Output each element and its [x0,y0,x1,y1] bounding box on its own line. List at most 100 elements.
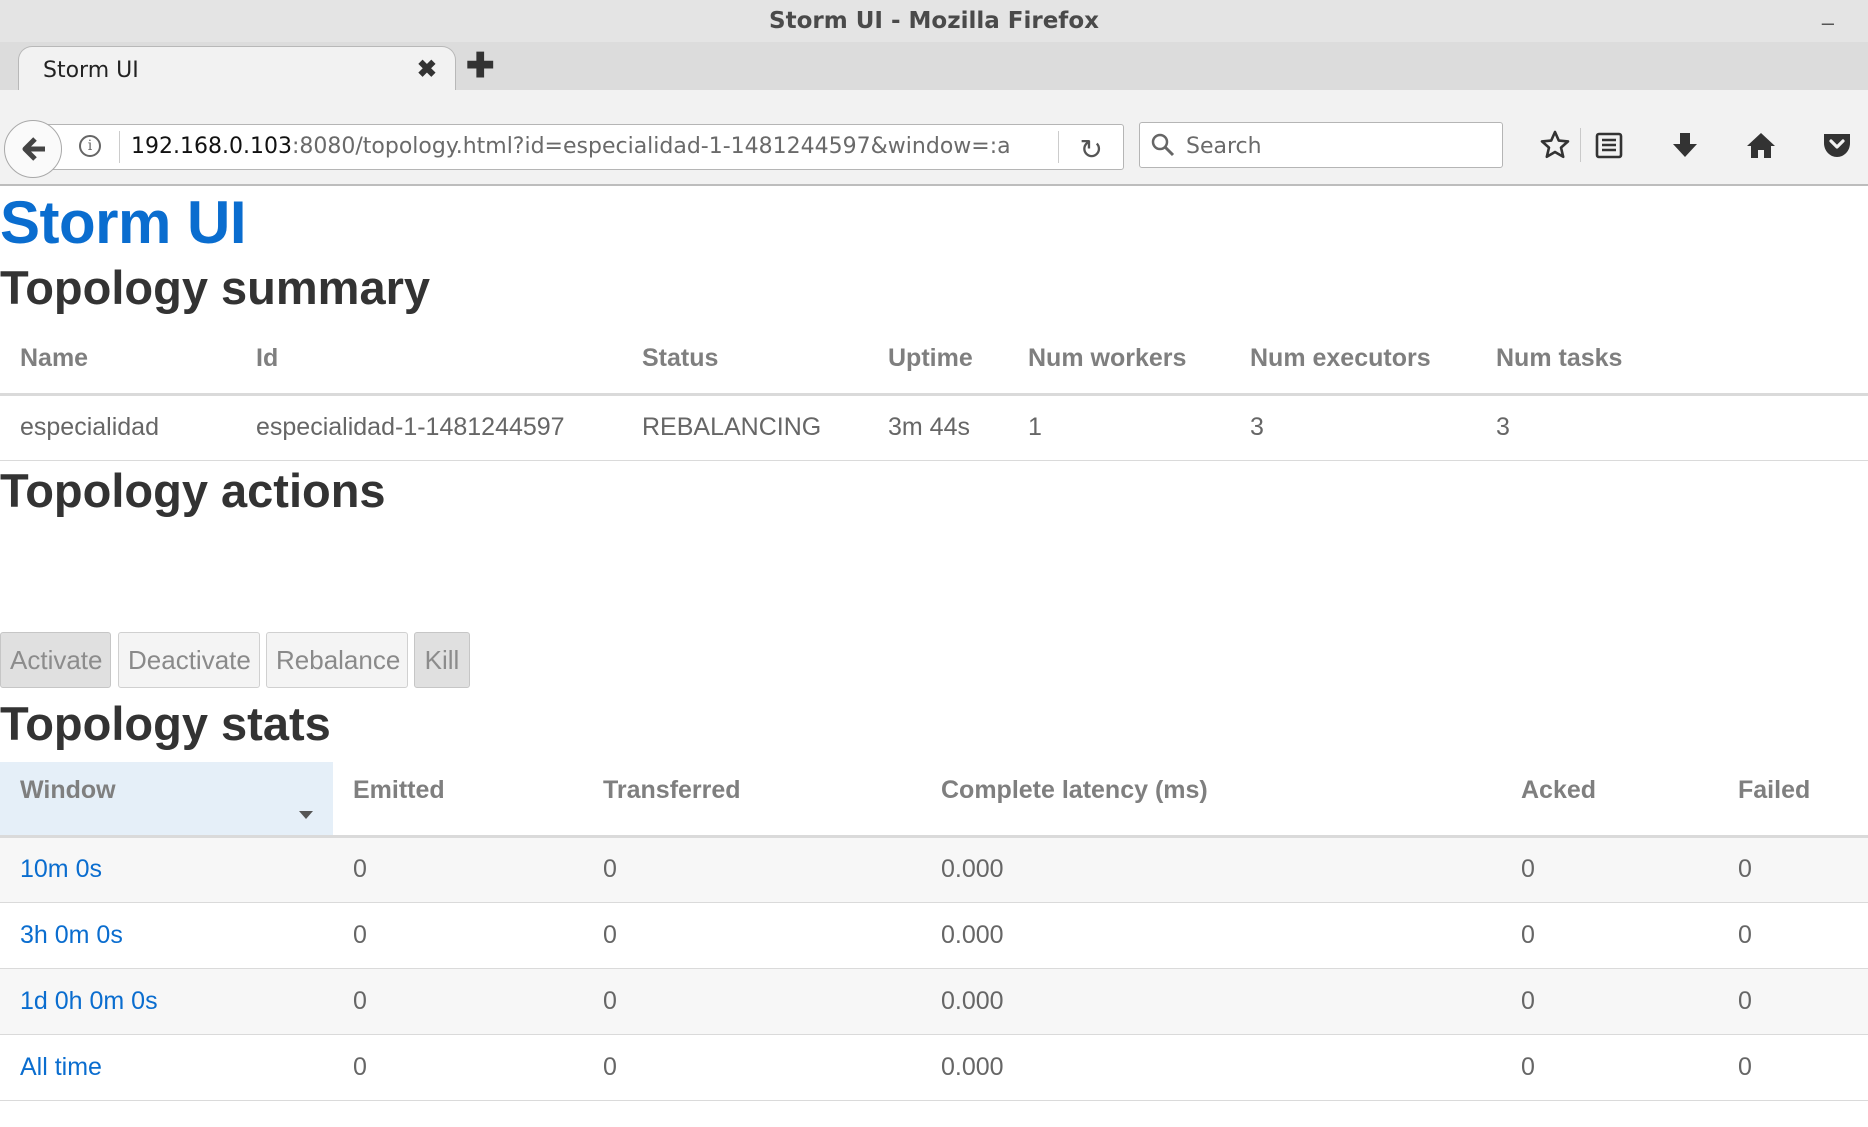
column-header-acked[interactable]: Acked [1501,762,1718,836]
acked-cell: 0 [1521,920,1535,949]
window-cell: All time [0,1034,333,1100]
table-row: 10m 0s 0 0 0.000 0 0 [0,836,1868,902]
failed-cell: 0 [1738,1052,1752,1081]
download-button[interactable] [1662,122,1708,168]
column-header-name[interactable]: Name [0,324,236,394]
page-title: Storm UI [0,189,247,256]
back-button[interactable] [4,120,62,178]
transferred-cell: 0 [603,855,617,883]
column-header-complete-latency[interactable]: Complete latency (ms) [921,762,1501,836]
tab-strip: Storm UI ✖ ✚ [0,42,1868,92]
window-link[interactable]: 3h 0m 0s [20,921,123,949]
transferred-cell: 0 [603,986,617,1015]
topology-uptime: 3m 44s [888,413,970,441]
home-button[interactable] [1738,122,1784,168]
url-divider [119,131,120,163]
address-bar[interactable]: i 192.168.0.103:8080/topology.html?id=es… [40,124,1124,170]
url-text[interactable]: 192.168.0.103:8080/topology.html?id=espe… [131,134,1051,159]
reading-list-icon [1595,132,1623,159]
topology-id: especialidad-1-1481244597 [256,413,565,441]
home-icon [1747,133,1775,158]
pocket-button[interactable] [1814,122,1860,168]
failed-cell: 0 [1738,986,1752,1015]
column-header-num-executors[interactable]: Num executors [1230,324,1476,394]
search-bar[interactable] [1139,122,1503,168]
table-row: All time 0 0 0.000 0 0 [0,1034,1868,1100]
table-header-row: Name Id Status Uptime Num workers Num ex… [0,324,1868,394]
column-header-emitted[interactable]: Emitted [333,762,583,836]
table-row: 1d 0h 0m 0s 0 0 0.000 0 0 [0,968,1868,1034]
topology-stats-heading: Topology stats [0,697,331,750]
topology-num-workers: 1 [1028,413,1042,441]
failed-cell: 0 [1738,855,1752,883]
topology-actions-heading: Topology actions [0,464,386,517]
latency-cell: 0.000 [941,920,1004,949]
acked-cell: 0 [1521,986,1535,1015]
sort-down-icon [299,810,313,819]
window-link[interactable]: All time [20,1053,102,1081]
latency-cell: 0.000 [941,986,1004,1015]
topology-summary-heading: Topology summary [0,261,431,314]
activate-button[interactable]: Activate [0,632,111,688]
window-title: Storm UI - Mozilla Firefox [769,8,1099,34]
browser-tab[interactable]: Storm UI ✖ [18,46,456,92]
emitted-cell: 0 [353,1052,367,1081]
window-titlebar: Storm UI - Mozilla Firefox – [0,0,1868,42]
download-icon [1673,133,1697,157]
bookmark-star-icon [1540,130,1570,159]
new-tab-button[interactable]: ✚ [466,46,495,86]
acked-cell: 0 [1521,855,1535,883]
reading-list-button[interactable] [1586,122,1632,168]
window-link[interactable]: 1d 0h 0m 0s [20,987,158,1015]
column-header-failed[interactable]: Failed [1718,762,1868,836]
column-header-status[interactable]: Status [622,324,868,394]
column-header-num-workers[interactable]: Num workers [1008,324,1230,394]
search-input[interactable] [1184,129,1488,163]
window-cell: 1d 0h 0m 0s [0,968,333,1034]
table-row: especialidad especialidad-1-1481244597 R… [0,394,1868,460]
topology-stats-table: Window Emitted Transferred Complete late… [0,762,1868,1101]
reload-icon[interactable]: ↻ [1080,133,1103,166]
transferred-cell: 0 [603,920,617,949]
transferred-cell: 0 [603,1052,617,1081]
navigation-toolbar: i 192.168.0.103:8080/topology.html?id=es… [0,90,1868,186]
column-header-window[interactable]: Window [0,762,333,836]
failed-cell: 0 [1738,920,1752,949]
column-header-uptime[interactable]: Uptime [868,324,1008,394]
latency-cell: 0.000 [941,855,1004,883]
tab-close-icon[interactable]: ✖ [417,55,437,84]
back-arrow-icon [22,137,45,161]
column-header-transferred[interactable]: Transferred [583,762,921,836]
column-header-num-tasks[interactable]: Num tasks [1476,324,1868,394]
topology-status: REBALANCING [642,413,822,441]
bookmark-button[interactable] [1532,122,1578,168]
emitted-cell: 0 [353,986,367,1015]
tab-label: Storm UI [43,58,139,83]
column-header-window-label: Window [20,776,116,804]
info-icon[interactable]: i [79,135,101,157]
window-cell: 10m 0s [0,836,333,902]
toolbar-separator [1580,128,1581,162]
topology-name: especialidad [20,413,159,441]
kill-button[interactable]: Kill [414,632,470,688]
url-path: :8080/topology.html?id=especialidad-1-14… [291,134,1011,159]
pocket-icon [1824,134,1850,157]
emitted-cell: 0 [353,920,367,949]
emitted-cell: 0 [353,855,367,883]
reload-divider [1058,131,1059,163]
topology-num-executors: 3 [1250,413,1264,441]
url-host: 192.168.0.103 [131,134,292,159]
rebalance-button[interactable]: Rebalance [266,632,408,688]
minimize-button[interactable]: – [1822,10,1834,36]
column-header-id[interactable]: Id [236,324,622,394]
window-link[interactable]: 10m 0s [20,855,102,883]
table-row: 3h 0m 0s 0 0 0.000 0 0 [0,902,1868,968]
topology-summary-table: Name Id Status Uptime Num workers Num ex… [0,324,1868,461]
deactivate-button[interactable]: Deactivate [118,632,260,688]
table-header-row: Window Emitted Transferred Complete late… [0,762,1868,836]
window-cell: 3h 0m 0s [0,902,333,968]
latency-cell: 0.000 [941,1052,1004,1081]
acked-cell: 0 [1521,1052,1535,1081]
topology-num-tasks: 3 [1496,413,1510,441]
search-icon [1151,133,1175,157]
